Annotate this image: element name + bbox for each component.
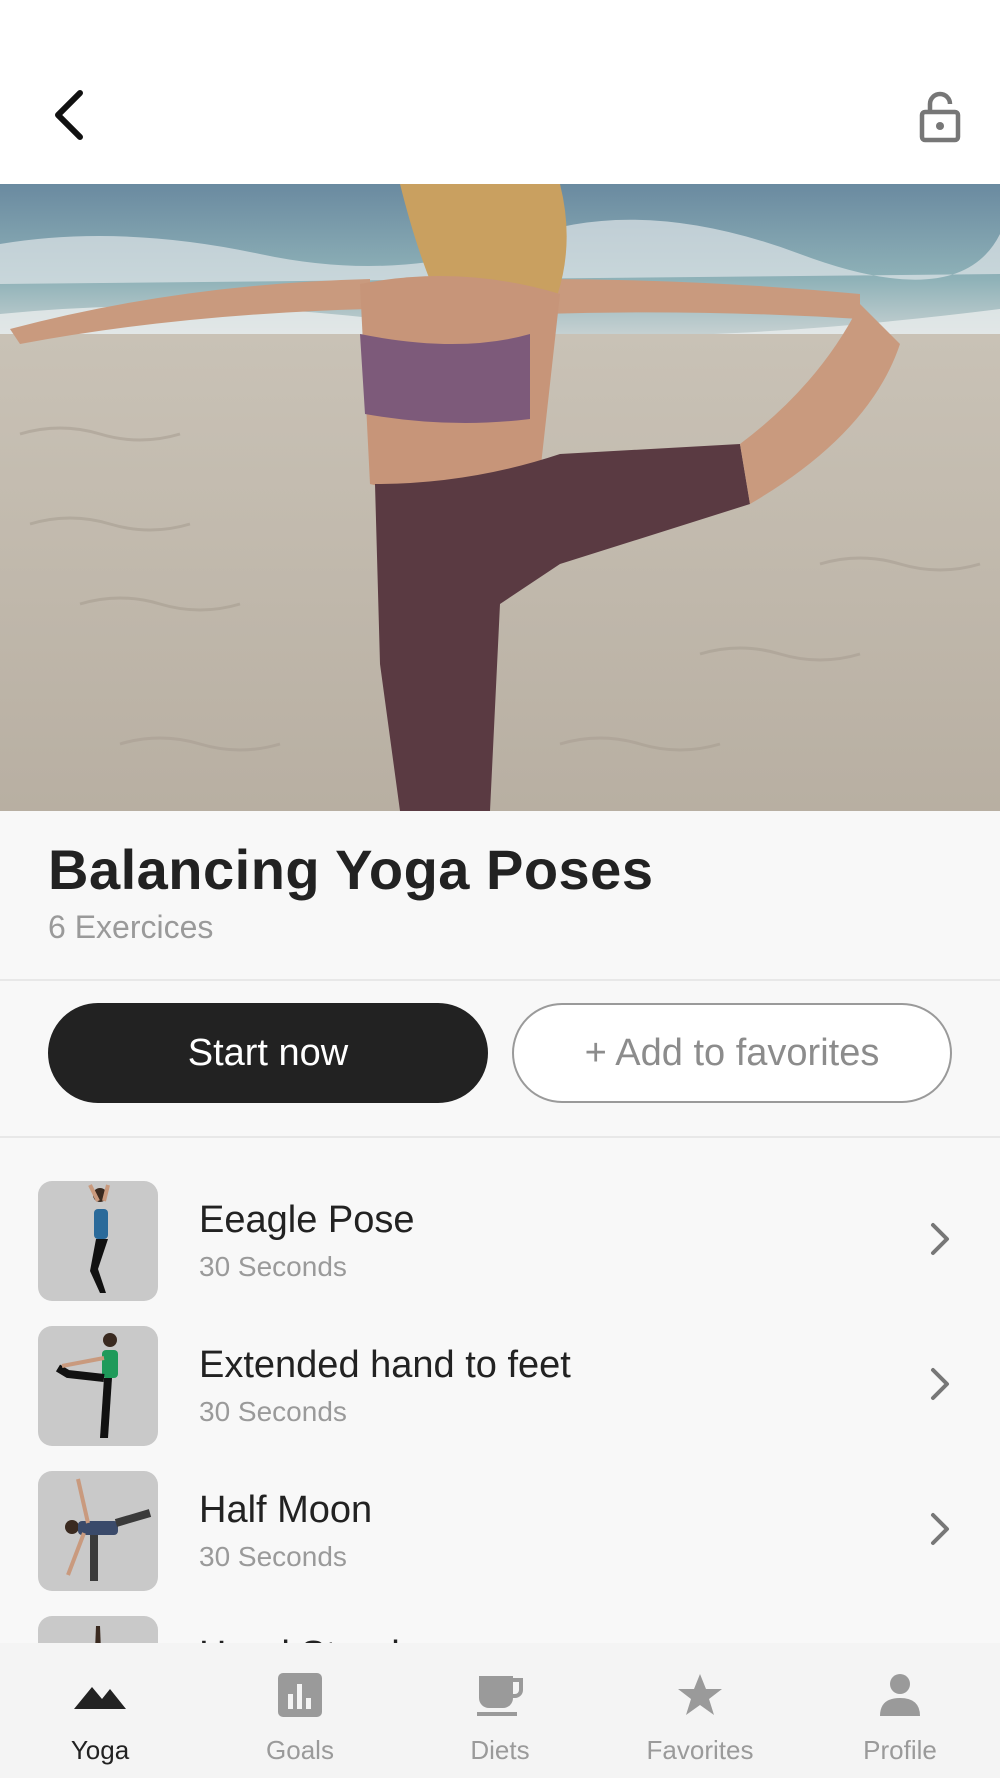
divider bbox=[0, 979, 1000, 981]
hero-image bbox=[0, 184, 1000, 811]
exercise-name: Half Moon bbox=[199, 1489, 373, 1531]
start-now-button[interactable]: Start now bbox=[48, 1003, 488, 1103]
exercise-name: Extended hand to feet bbox=[199, 1344, 571, 1386]
tab-label: Diets bbox=[470, 1735, 530, 1765]
exercise-name: Hand Stand bbox=[199, 1634, 400, 1643]
exercise-thumbnail bbox=[38, 1181, 158, 1301]
exercise-list: Eeagle Pose 30 Seconds Extended hand to … bbox=[0, 1169, 1000, 1643]
tab-diets[interactable]: Diets bbox=[400, 1643, 600, 1778]
tab-label: Goals bbox=[266, 1735, 334, 1765]
exercise-item-extended-hand-to-feet[interactable]: Extended hand to feet 30 Seconds bbox=[0, 1314, 1000, 1459]
exercise-thumbnail bbox=[38, 1616, 158, 1643]
chevron-left-icon bbox=[55, 90, 83, 140]
back-button[interactable] bbox=[40, 80, 100, 150]
divider bbox=[0, 1136, 1000, 1138]
mountain-icon bbox=[70, 1669, 130, 1721]
exercise-thumbnail bbox=[38, 1471, 158, 1591]
tab-profile[interactable]: Profile bbox=[800, 1643, 1000, 1778]
exercise-count: 6 Exercices bbox=[48, 909, 214, 945]
tab-goals[interactable]: Goals bbox=[200, 1643, 400, 1778]
exercise-duration: 30 Seconds bbox=[199, 1251, 347, 1282]
exercise-item-half-moon[interactable]: Half Moon 30 Seconds bbox=[0, 1459, 1000, 1604]
chevron-right-icon bbox=[931, 1223, 949, 1255]
tab-yoga[interactable]: Yoga bbox=[0, 1643, 200, 1778]
tab-label: Yoga bbox=[70, 1735, 130, 1765]
exercise-name: Eeagle Pose bbox=[199, 1199, 415, 1241]
coffee-cup-icon bbox=[470, 1669, 530, 1721]
exercise-duration: 30 Seconds bbox=[199, 1396, 347, 1427]
tab-favorites[interactable]: Favorites bbox=[600, 1643, 800, 1778]
tab-label: Favorites bbox=[646, 1735, 754, 1765]
top-bar bbox=[0, 0, 1000, 184]
exercise-item-hand-stand[interactable]: Hand Stand bbox=[0, 1604, 1000, 1643]
star-icon bbox=[670, 1669, 730, 1721]
add-to-favorites-button[interactable]: + Add to favorites bbox=[512, 1003, 952, 1103]
exercise-item-eagle-pose[interactable]: Eeagle Pose 30 Seconds bbox=[0, 1169, 1000, 1314]
exercise-thumbnail bbox=[38, 1326, 158, 1446]
lock-icon bbox=[919, 91, 961, 143]
person-icon bbox=[870, 1669, 930, 1721]
bar-chart-icon bbox=[270, 1669, 330, 1721]
workout-detail: Balancing Yoga Poses 6 Exercices Start n… bbox=[0, 811, 1000, 1643]
chevron-right-icon bbox=[931, 1368, 949, 1400]
yoga-beach-photo bbox=[0, 184, 1000, 811]
bottom-tab-bar: Yoga Goals Diets Favorites Profile bbox=[0, 1643, 1000, 1778]
chevron-right-icon bbox=[931, 1513, 949, 1545]
lock-button[interactable] bbox=[910, 82, 970, 152]
exercise-duration: 30 Seconds bbox=[199, 1541, 347, 1572]
tab-label: Profile bbox=[863, 1735, 937, 1765]
workout-title: Balancing Yoga Poses bbox=[48, 838, 654, 901]
